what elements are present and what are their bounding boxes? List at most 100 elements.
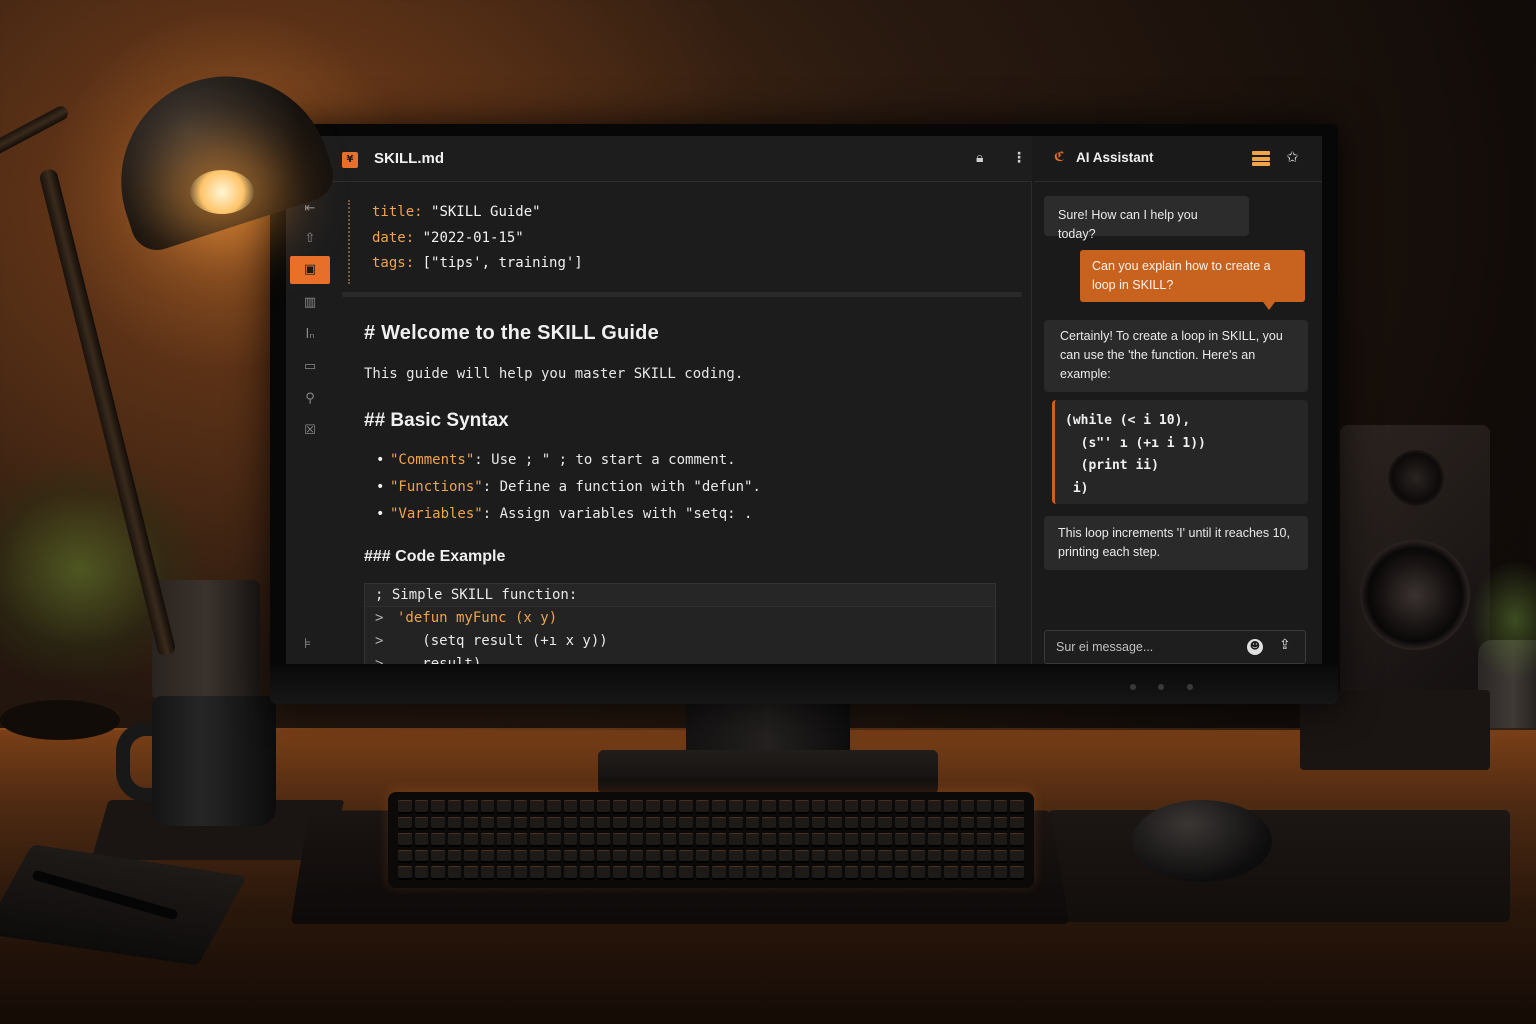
keyboard-key [629,866,644,880]
more-vertical-icon[interactable]: ⋮ [1012,150,1026,166]
message-input[interactable] [1045,631,1235,663]
checkbox-icon[interactable]: ☒ [290,417,330,445]
keyboard-key [398,833,412,847]
keyboard-key [530,816,544,831]
keyboard-key [447,833,462,847]
keyboard-key [464,800,478,814]
monitor-power-button[interactable] [1187,684,1193,690]
keyboard-key [646,849,660,864]
keyboard-key [878,849,892,864]
keyboard-key [546,849,561,864]
mouse [1132,800,1272,882]
keyboard-key [729,866,743,880]
keyboard-key [911,866,925,880]
keyboard-key [762,849,776,864]
keyboard-key [911,849,925,864]
frontmatter: title: "SKILL Guide" date: "2022-01-15" … [348,200,648,284]
keyboard-key [927,849,942,864]
keyboard-key [447,816,462,831]
keyboard-key [811,800,826,814]
keyboard-key [431,800,445,814]
keyboard-key [878,800,892,814]
keyboard-key [613,816,627,831]
keyboard-key [513,866,528,880]
keyboard-key [563,833,578,847]
keyboard-key [844,816,859,831]
monitor-button[interactable] [1130,684,1136,690]
keyboard-key [993,866,1008,880]
keyboard-key [513,816,528,831]
layout-icon[interactable]: ▭ [290,353,330,381]
assistant-message: This loop increments 'I' until it reache… [1044,516,1308,570]
keyboard-key [398,866,412,880]
keyboard-key [480,816,495,831]
lock-icon[interactable]: 🔒︎ [976,150,983,166]
keyboard-key [629,849,644,864]
keyboard-key [778,849,793,864]
keyboard-key [695,816,710,831]
keyboard-key [414,816,429,831]
keyboard-key [960,816,975,831]
code-block[interactable]: ; Simple SKILL function: >'defun myFunc … [364,583,996,664]
send-icon[interactable]: ⇪ [1279,637,1291,653]
keyboard-key [464,816,478,831]
keyboard-key [795,816,809,831]
keyboard-key [580,800,594,814]
assistant-code-message[interactable]: (while (< i 10), (s"' ı (+ı i 1)) (print… [1052,400,1308,504]
keyboard-key [729,816,743,831]
keyboard-key [497,849,511,864]
upload-icon[interactable]: ⇧ [290,225,330,253]
keyboard-key [596,849,611,864]
monitor-button[interactable] [1158,684,1164,690]
syntax-list: "Comments": Use ; " ; to start a comment… [376,452,761,533]
keyboard-key [646,800,660,814]
intro-paragraph: This guide will help you master SKILL co… [364,366,744,382]
keyboard-key [414,849,429,864]
keyboard-key [695,800,710,814]
keyboard-key [811,849,826,864]
pin-star-icon[interactable]: ✩ [1286,148,1299,166]
keyboard-key [811,866,826,880]
keyboard-key [596,816,611,831]
keyboard-key [398,849,412,864]
file-active-icon[interactable]: ▣ [290,256,330,284]
file-name[interactable]: SKILL.md [374,150,444,167]
index-icon[interactable]: Iₙ [290,321,330,349]
keyboard-key [778,866,793,880]
keyboard-key [695,866,710,880]
book-icon[interactable]: ▥ [290,289,330,317]
keyboard-key [679,833,693,847]
keyboard-key [464,849,478,864]
keyboard-key [613,866,627,880]
keyboard-key [944,816,958,831]
keyboard-key [729,833,743,847]
keyboard-key [795,833,809,847]
screen: ◉ ¥ SKILL.md 🔒︎ ⋮ ⇤ ⇧ ▣ ▥ Iₙ ▭ ⚲ ☒ ⊧ tit… [286,136,1322,664]
code-line: > result) [375,656,482,664]
keyboard-key [927,800,942,814]
keyboard-key [828,833,842,847]
keyboard-key [811,816,826,831]
keyboard-key [679,866,693,880]
keyboard-key [894,849,909,864]
keyboard-key [695,833,710,847]
keyboard-key [762,816,776,831]
keyboard-key [745,833,760,847]
keyboard-key [878,816,892,831]
outline-icon[interactable]: ⊧ [304,636,311,652]
keyboard-key [927,866,942,880]
pin-icon[interactable]: ⚲ [290,385,330,413]
keyboard-key [464,833,478,847]
keyboard-key [944,833,958,847]
activity-bar: ⇤ ⇧ ▣ ▥ Iₙ ▭ ⚲ ☒ [286,183,334,664]
keyboard-key [662,816,677,831]
emoji-icon[interactable]: ☻ [1247,639,1263,655]
keyboard-key [993,816,1008,831]
menu-icon[interactable] [1252,151,1270,166]
keyboard-key [629,800,644,814]
keyboard-key [513,849,528,864]
keyboard-key [795,849,809,864]
lamp-bulb [190,170,254,214]
keyboard-key [480,833,495,847]
keyboard-key [894,800,909,814]
